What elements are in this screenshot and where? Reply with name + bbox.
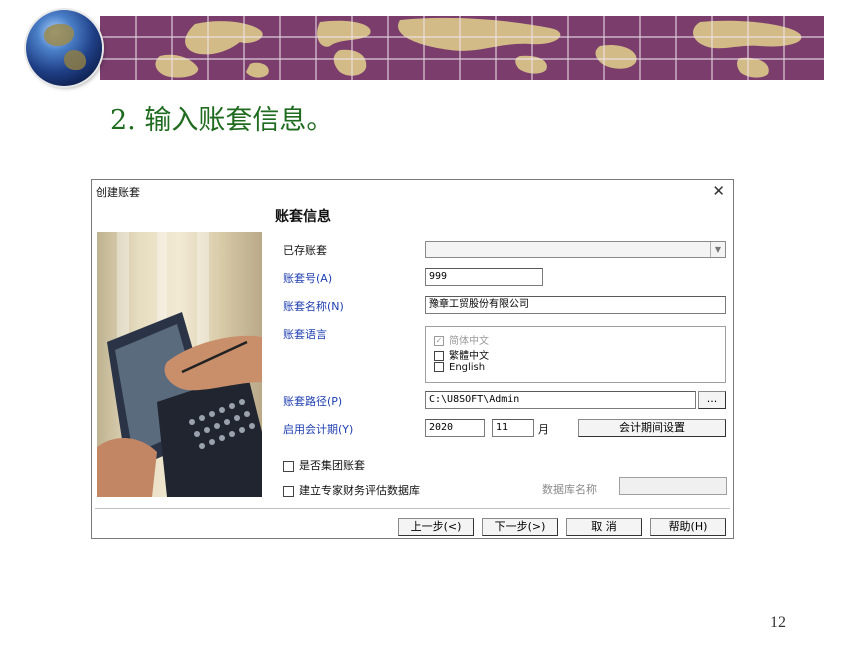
create-account-dialog: 创建账套 ✕ 账套信息 已存账套 ▼ 账套号(A) 999 账套名称(N) 豫章… xyxy=(91,179,734,539)
start-month-input[interactable]: 11 xyxy=(492,419,534,437)
close-icon[interactable]: ✕ xyxy=(712,182,725,200)
account-language-label: 账套语言 xyxy=(283,328,327,341)
cancel-button[interactable]: 取 消 xyxy=(566,518,642,536)
account-path-input[interactable]: C:\U8SOFT\Admin xyxy=(425,391,696,409)
group-account-checkbox[interactable] xyxy=(283,460,294,472)
lang-english[interactable]: English xyxy=(434,362,485,373)
section-title: 账套信息 xyxy=(275,209,331,225)
start-year-input[interactable]: 2020 xyxy=(425,419,485,437)
globe-icon xyxy=(26,10,102,86)
lang-english-label: English xyxy=(449,362,486,373)
account-name-label: 账套名称(N) xyxy=(283,300,344,313)
dialog-title: 创建账套 xyxy=(96,186,140,199)
browse-button[interactable]: ... xyxy=(698,391,726,409)
expert-db-option[interactable]: 建立专家财务评估数据库 xyxy=(283,482,420,498)
lang-english-checkbox[interactable] xyxy=(434,362,444,372)
world-map-graphic xyxy=(100,16,824,80)
account-number-input[interactable]: 999 xyxy=(425,268,543,286)
group-account-option[interactable]: 是否集团账套 xyxy=(283,457,365,473)
lang-simplified-checkbox: ✓ xyxy=(434,336,444,346)
page-number: 12 xyxy=(770,614,786,631)
existing-account-label: 已存账套 xyxy=(283,244,327,257)
prev-step-button[interactable]: 上一步(<) xyxy=(398,518,474,536)
help-button[interactable]: 帮助(H) xyxy=(650,518,726,536)
tablet-illustration xyxy=(97,232,262,497)
period-settings-button[interactable]: 会计期间设置 xyxy=(578,419,726,437)
world-map-banner xyxy=(100,16,824,80)
dialog-titlebar: 创建账套 ✕ xyxy=(92,180,733,202)
db-name-label: 数据库名称 xyxy=(542,483,597,496)
lang-traditional-checkbox[interactable] xyxy=(434,351,444,361)
start-period-label: 启用会计期(Y) xyxy=(283,423,354,436)
footer-separator xyxy=(95,508,730,509)
group-account-label: 是否集团账套 xyxy=(299,459,365,472)
language-group: ✓ 简体中文 繁體中文 English xyxy=(425,326,726,383)
slide-title: 2. 输入账套信息。 xyxy=(110,105,334,136)
chevron-down-icon[interactable]: ▼ xyxy=(710,242,725,257)
account-name-input[interactable]: 豫章工贸股份有限公司 xyxy=(425,296,726,314)
lang-simplified-chinese: ✓ 简体中文 xyxy=(434,332,489,347)
account-number-label: 账套号(A) xyxy=(283,272,333,285)
account-path-label: 账套路径(P) xyxy=(283,395,343,408)
lang-traditional-label: 繁體中文 xyxy=(449,351,489,362)
db-name-input[interactable] xyxy=(619,477,727,495)
lang-traditional-chinese[interactable]: 繁體中文 xyxy=(434,347,489,362)
next-step-button[interactable]: 下一步(>) xyxy=(482,518,558,536)
expert-db-label: 建立专家财务评估数据库 xyxy=(299,484,420,497)
month-unit-label: 月 xyxy=(538,423,549,436)
existing-account-select[interactable]: ▼ xyxy=(425,241,726,258)
lang-simplified-label: 简体中文 xyxy=(449,336,489,347)
tablet-photo xyxy=(97,232,262,497)
expert-db-checkbox[interactable] xyxy=(283,485,294,497)
